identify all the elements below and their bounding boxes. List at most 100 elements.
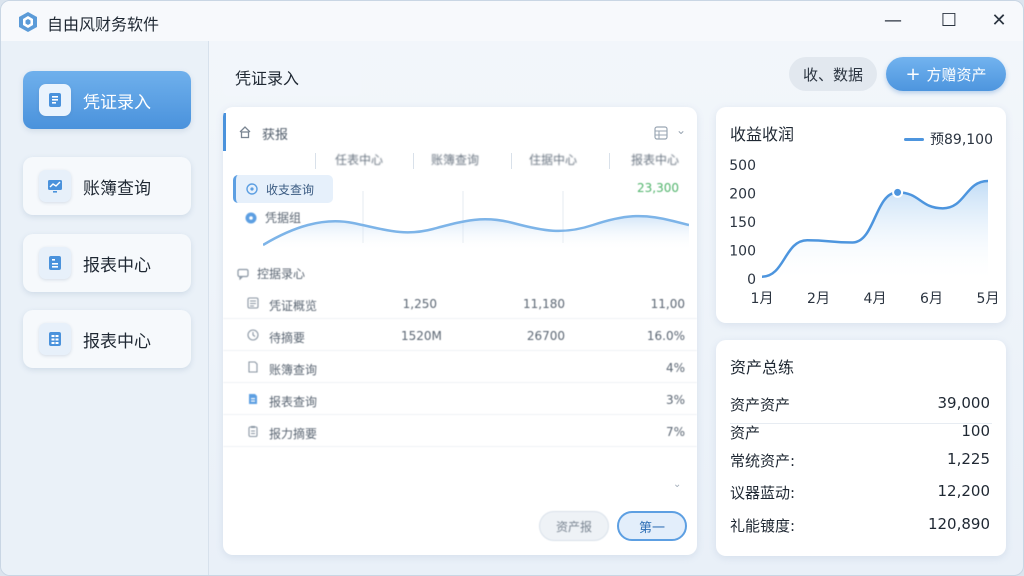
sidebar-item-label: 账簿查询 <box>83 178 151 199</box>
y-tick-label: 500 <box>729 158 756 174</box>
section-label: 控据录心 <box>257 267 306 281</box>
report-icon <box>39 247 71 279</box>
add-asset-button[interactable]: + 方赠资产 <box>886 57 1006 91</box>
report-blue-icon <box>249 394 257 404</box>
asset-label: 资产 <box>730 424 761 442</box>
tab-divider <box>315 153 316 169</box>
y-tick-label: 100 <box>729 244 756 260</box>
table-row[interactable]: 账簿查询 4% <box>223 353 697 383</box>
asset-title: 资产总练 <box>730 358 795 377</box>
row-value-3: 11,00 <box>650 297 685 311</box>
income-chart-panel: 收益收润 预89,100 500 200 150 100 0 1月 2月 4月 6月 5月 <box>716 107 1006 323</box>
asset-row: 议器蓝动: 12,200 <box>730 482 990 506</box>
asset-label: 礼能镀度: <box>730 517 796 535</box>
x-tick-label: 5月 <box>977 291 1000 307</box>
app-title: 自由风财务软件 <box>47 15 160 34</box>
minimize-button[interactable]: — <box>875 5 911 35</box>
next-button[interactable]: 第一 <box>617 511 687 541</box>
asset-value: 1,225 <box>947 450 990 468</box>
x-tick-label: 2月 <box>807 291 830 307</box>
add-asset-label: 方赠资产 <box>926 65 987 84</box>
list-icon <box>247 297 259 309</box>
asset-row: 礼能镀度: 120,890 <box>730 515 990 539</box>
close-button[interactable]: ✕ <box>981 5 1017 35</box>
sidebar-item-report-center-2[interactable]: 报表中心 <box>23 310 191 368</box>
table-row[interactable]: 凭证概览 1,250 11,180 11,00 <box>223 289 697 319</box>
panel-tabs: 任表中心 账簿查询 住据中心 报表中心 <box>223 151 697 175</box>
tab-divider <box>609 153 610 169</box>
section-header: 控据录心 <box>237 265 305 282</box>
row-label: 报表查询 <box>269 395 318 409</box>
row-label: 凭证概览 <box>269 299 318 313</box>
chevron-down-icon[interactable]: ⌄ <box>676 123 686 137</box>
table-row[interactable]: 报表查询 3% <box>223 385 697 415</box>
row-value-3: 16.0% <box>646 329 685 343</box>
sidebar-item-label: 报表中心 <box>83 255 151 276</box>
minimize-icon: — <box>884 9 902 31</box>
asset-value: 100 <box>961 422 990 440</box>
y-tick-label: 150 <box>729 215 756 231</box>
sidebar-item-voucher-entry[interactable]: 凭证录入 <box>23 71 191 129</box>
asset-row: 资产资产 39,000 <box>730 394 990 418</box>
row-value-3: 3% <box>665 393 685 407</box>
row-label: 报力摘要 <box>269 427 318 441</box>
y-tick-label: 0 <box>747 272 756 288</box>
row-value-2: 26700 <box>526 329 565 343</box>
tab-divider <box>511 153 512 169</box>
panel-header: 获报 ⌄ <box>223 113 697 151</box>
row-value-3: 7% <box>665 425 685 439</box>
tab-data-center[interactable]: 住据中心 <box>529 151 577 168</box>
close-icon: ✕ <box>991 9 1007 31</box>
row-value-3: 4% <box>665 361 685 375</box>
clipboard-icon <box>248 426 258 437</box>
home-icon <box>239 126 251 139</box>
grid-icon[interactable] <box>654 126 668 140</box>
row-label: 账簿查询 <box>269 363 318 377</box>
row-label: 待摘要 <box>269 331 306 345</box>
menu-item-label: 凭据组 <box>265 211 302 225</box>
table-row[interactable]: 待摘要 1520M 26700 16.0% <box>223 321 697 351</box>
sidebar-item-label: 凭证录入 <box>83 92 151 113</box>
income-icon <box>246 183 258 195</box>
scroll-down-icon[interactable]: ⌄ <box>673 479 681 490</box>
row-value-1: 1520M <box>401 329 442 343</box>
asset-summary-panel: 资产总练 资产资产 39,000 资产 100 常统资产: 1,225 议器蓝动… <box>716 340 1006 556</box>
row-value-1: 1,250 <box>402 297 437 311</box>
sidebar-item-report-center[interactable]: 报表中心 <box>23 234 191 292</box>
tab-divider <box>413 153 414 169</box>
file-icon <box>248 361 258 373</box>
maximize-icon: ☐ <box>940 9 958 31</box>
app-window: 自由风财务软件 — ☐ ✕ 凭证录入 账簿查询 报表中心 报表中心 凭证录入 收… <box>0 0 1024 576</box>
prev-button[interactable]: 资产报 <box>539 511 609 541</box>
tab-report-center-2[interactable]: 报表中心 <box>631 151 679 168</box>
spreadsheet-icon <box>39 323 71 355</box>
maximize-button[interactable]: ☐ <box>931 5 967 35</box>
asset-value: 120,890 <box>927 515 990 533</box>
x-tick-label: 6月 <box>920 291 943 307</box>
sidebar-item-label: 报表中心 <box>83 331 151 352</box>
chart-highlight-point[interactable] <box>892 186 904 198</box>
sidebar: 凭证录入 账簿查询 报表中心 报表中心 <box>1 41 209 575</box>
menu-item-income-query[interactable]: 收支查询 <box>233 175 333 203</box>
asset-label: 议器蓝动: <box>730 484 796 502</box>
document-icon <box>39 84 71 116</box>
clock-icon <box>247 329 259 341</box>
row-value-2: 11,180 <box>523 297 565 311</box>
green-value: 23,300 <box>637 181 679 195</box>
sidebar-item-ledger-query[interactable]: 账簿查询 <box>23 157 191 215</box>
income-chart: 500 200 150 100 0 1月 2月 4月 6月 5月 <box>729 158 1000 307</box>
x-tick-label: 1月 <box>751 291 774 307</box>
tab-report-center[interactable]: 任表中心 <box>335 151 383 168</box>
app-logo-icon <box>19 12 37 32</box>
menu-item-label: 收支查询 <box>266 182 315 197</box>
y-tick-label: 200 <box>729 187 756 203</box>
tab-ledger-query[interactable]: 账簿查询 <box>431 151 479 168</box>
chart-area <box>762 180 988 279</box>
asset-value: 12,200 <box>937 482 991 500</box>
table-row[interactable]: 报力摘要 7% <box>223 417 697 447</box>
menu-item-vouchers[interactable]: 凭据组 <box>245 209 301 226</box>
x-tick-label: 4月 <box>864 291 887 307</box>
title-bar: 自由风财务软件 — ☐ ✕ <box>1 1 1023 41</box>
data-button[interactable]: 收、数据 <box>789 57 877 91</box>
monitor-icon <box>39 170 71 202</box>
